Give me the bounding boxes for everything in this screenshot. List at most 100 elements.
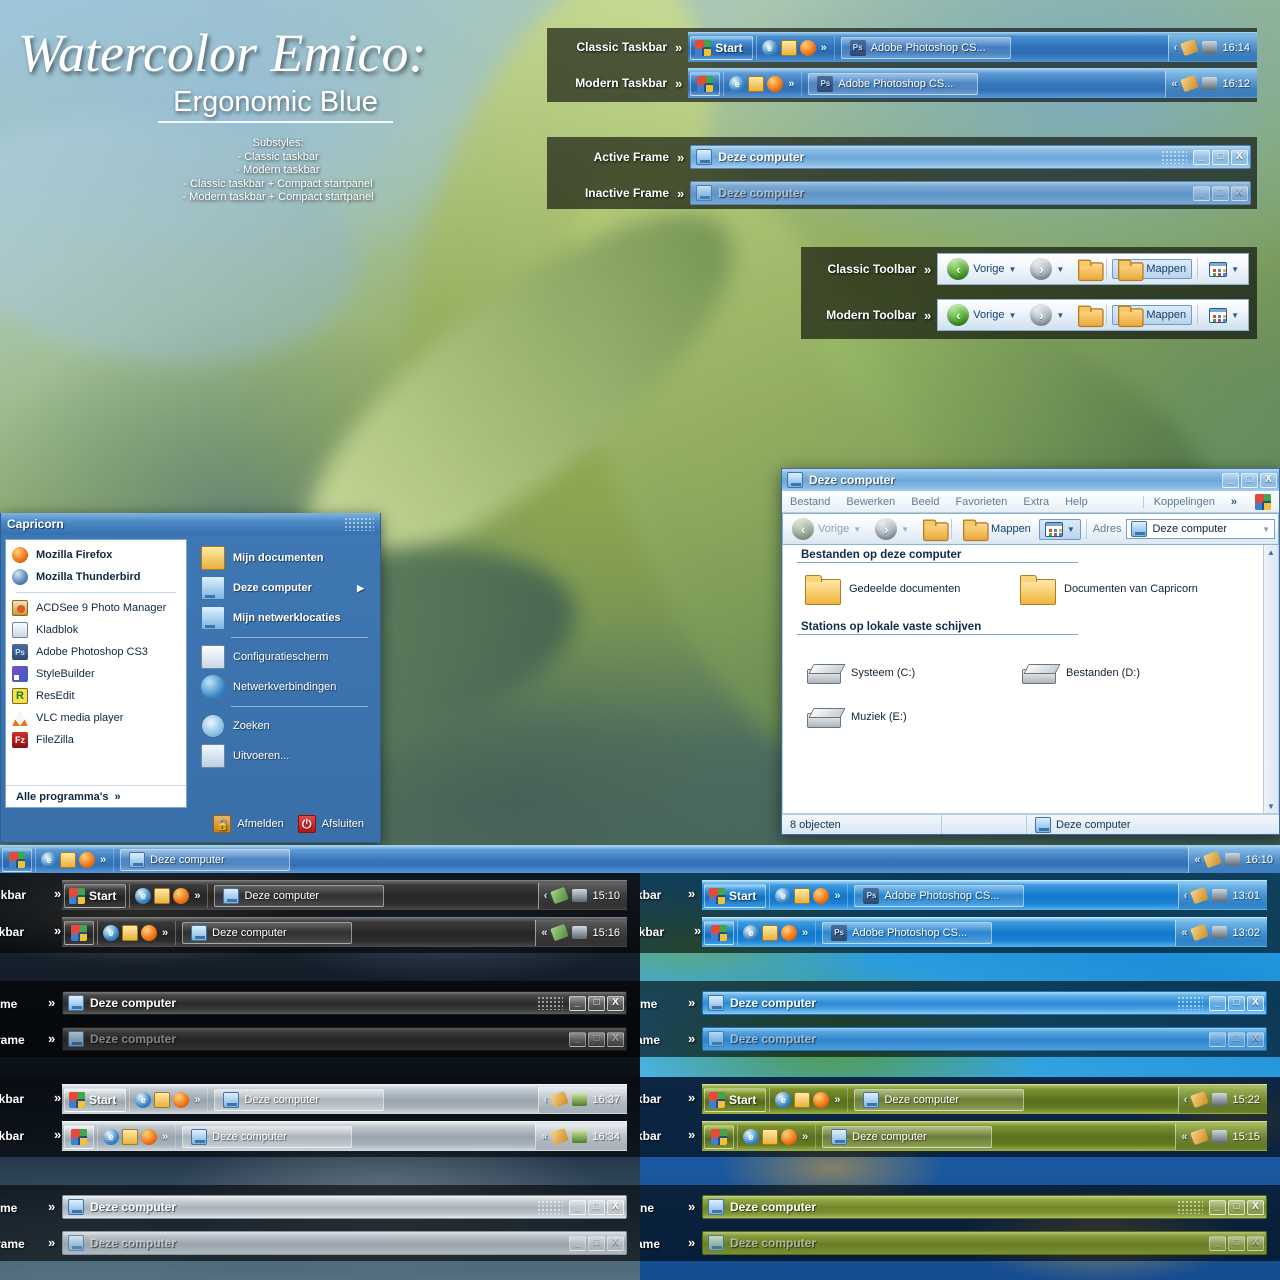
menu-item-favorieten[interactable]: Favorieten: [955, 496, 1007, 508]
clock[interactable]: 15:16: [592, 927, 620, 939]
tray-network-icon[interactable]: [1202, 77, 1218, 90]
variant-dark-classic-taskbar[interactable]: Start e » Deze computer ‹ 15:10: [62, 880, 627, 910]
tray-network-icon[interactable]: [1212, 1093, 1228, 1106]
task-button[interactable]: Deze computer: [182, 921, 353, 944]
variant-green-active-frame[interactable]: Deze computer _ □ X: [702, 1195, 1267, 1219]
explorer-titlebar[interactable]: Deze computer _ □ X: [782, 469, 1279, 491]
quick-launch-bar[interactable]: e »: [737, 920, 817, 945]
variant-silver-inactive-frame[interactable]: Deze computer _ □ X: [62, 1231, 627, 1255]
quick-launch-bar[interactable]: e »: [129, 883, 209, 908]
start-button[interactable]: Start: [64, 1087, 127, 1112]
ie-icon[interactable]: e: [775, 887, 792, 904]
minimize-button[interactable]: _: [569, 1235, 586, 1251]
firefox-icon[interactable]: [781, 1128, 797, 1145]
quick-launch-bar[interactable]: e »: [769, 883, 849, 908]
minimize-button[interactable]: _: [1209, 1199, 1226, 1215]
start-menu-item-firefox[interactable]: Mozilla Firefox: [6, 544, 186, 566]
start-button[interactable]: [704, 1124, 734, 1149]
start-button[interactable]: [704, 920, 734, 945]
links-label[interactable]: Koppelingen: [1142, 495, 1215, 508]
forward-button[interactable]: › ▼: [1024, 301, 1070, 329]
menu-item-bestand[interactable]: Bestand: [790, 496, 830, 508]
close-button[interactable]: X: [1247, 1199, 1264, 1215]
maximize-button[interactable]: □: [588, 1199, 605, 1215]
variant-green-inactive-frame[interactable]: Deze computer _ □ X: [702, 1231, 1267, 1255]
minimize-button[interactable]: _: [569, 1031, 586, 1047]
window-buttons[interactable]: _ □ X: [1222, 472, 1277, 488]
variant-green-classic-taskbar[interactable]: Start e » Deze computer ‹ 15:22: [702, 1084, 1267, 1114]
chevron-down-icon[interactable]: ▼: [1067, 525, 1075, 534]
variant-brightblue-inactive-frame[interactable]: Deze computer _ □ X: [702, 1027, 1267, 1051]
firefox-icon[interactable]: [813, 1091, 830, 1108]
list-item[interactable]: Bestanden (D:): [1020, 651, 1235, 695]
task-button[interactable]: Deze computer: [120, 848, 291, 871]
start-menu-item-filezilla[interactable]: Fz FileZilla: [6, 729, 186, 751]
maximize-button[interactable]: □: [588, 1031, 605, 1047]
menu-item-beeld[interactable]: Beeld: [911, 496, 939, 508]
tray-expand-icon[interactable]: ‹: [1184, 890, 1188, 902]
folders-button[interactable]: Mappen: [1112, 305, 1193, 328]
clock[interactable]: 13:01: [1232, 890, 1260, 902]
close-button[interactable]: X: [1247, 995, 1264, 1011]
system-tray[interactable]: « 15:15: [1175, 1123, 1267, 1150]
system-tray[interactable]: ‹ 15:10: [537, 882, 627, 909]
ie-icon[interactable]: e: [743, 1128, 759, 1145]
all-programs-button[interactable]: Alle programma's »: [6, 785, 186, 803]
tray-expand-icon[interactable]: ‹: [544, 1094, 548, 1106]
quick-launch-chevron-icon[interactable]: »: [162, 1131, 168, 1143]
variant-brightblue-active-frame[interactable]: Deze computer _ □ X: [702, 991, 1267, 1015]
task-button[interactable]: Ps Adobe Photoshop CS...: [854, 884, 1025, 907]
start-button[interactable]: [64, 920, 94, 945]
window-buttons[interactable]: _ □ X: [1209, 1199, 1264, 1215]
minimize-button[interactable]: _: [1209, 995, 1226, 1011]
start-button[interactable]: Start: [704, 883, 767, 908]
list-item[interactable]: Muziek (E:): [805, 695, 1020, 739]
system-tray[interactable]: « 16:34: [535, 1123, 627, 1150]
quick-launch-chevron-icon[interactable]: »: [802, 1131, 808, 1143]
scroll-up-button[interactable]: ▲: [1264, 545, 1278, 559]
start-menu-item-thunderbird[interactable]: Mozilla Thunderbird: [6, 566, 186, 588]
quick-launch-chevron-icon[interactable]: »: [194, 1094, 200, 1106]
firefox-icon[interactable]: [173, 887, 190, 904]
close-button[interactable]: X: [1231, 149, 1248, 165]
folders-button[interactable]: Mappen: [957, 519, 1037, 542]
firefox-icon[interactable]: [767, 75, 784, 92]
chevron-down-icon[interactable]: ▼: [1008, 311, 1016, 320]
task-button[interactable]: Ps Adobe Photoshop CS...: [822, 921, 993, 944]
start-menu-item-search[interactable]: Zoeken: [197, 711, 372, 741]
quick-launch-chevron-icon[interactable]: »: [194, 890, 200, 902]
quick-launch-chevron-icon[interactable]: »: [100, 854, 106, 866]
maximize-button[interactable]: □: [1228, 1235, 1245, 1251]
log-off-button[interactable]: 🔒 Afmelden: [213, 815, 284, 833]
clock[interactable]: 16:34: [592, 1131, 620, 1143]
variant-brightblue-modern-taskbar[interactable]: e » Ps Adobe Photoshop CS... « 13:02: [702, 917, 1267, 947]
quick-launch-chevron-icon[interactable]: »: [788, 78, 794, 90]
window-buttons[interactable]: _ □ X: [1209, 1031, 1264, 1047]
quick-launch-bar[interactable]: e »: [35, 847, 115, 872]
system-tray[interactable]: ‹ 16:14: [1167, 34, 1257, 61]
system-tray[interactable]: ‹ 13:01: [1177, 882, 1267, 909]
ie-icon[interactable]: e: [135, 1091, 152, 1108]
system-tray[interactable]: « 13:02: [1175, 919, 1267, 946]
variant-dark-active-frame[interactable]: Deze computer _ □ X: [62, 991, 627, 1015]
ie-icon[interactable]: e: [729, 75, 746, 92]
start-menu-item-control-panel[interactable]: Configuratiescherm: [197, 642, 372, 672]
start-menu-item-vlc[interactable]: VLC media player: [6, 707, 186, 729]
show-desktop-icon[interactable]: [748, 75, 765, 92]
show-desktop-icon[interactable]: [780, 39, 797, 56]
start-menu-item-photoshop[interactable]: Ps Adobe Photoshop CS3: [6, 641, 186, 663]
chevron-down-icon[interactable]: ▼: [1231, 311, 1239, 320]
address-bar[interactable]: Adres Deze computer ▼: [1085, 519, 1275, 539]
tray-expand-icon[interactable]: «: [541, 1131, 547, 1143]
tray-user-icon[interactable]: [550, 923, 570, 942]
task-button[interactable]: Deze computer: [822, 1125, 993, 1148]
tray-expand-icon[interactable]: ‹: [1174, 42, 1178, 54]
menu-item-help[interactable]: Help: [1065, 496, 1088, 508]
system-tray[interactable]: ‹ 15:22: [1177, 1086, 1267, 1113]
start-menu-item-acdsee[interactable]: ACDSee 9 Photo Manager: [6, 597, 186, 619]
tray-expand-icon[interactable]: ‹: [544, 890, 548, 902]
variant-silver-active-frame[interactable]: Deze computer _ □ X: [62, 1195, 627, 1219]
maximize-button[interactable]: □: [588, 1235, 605, 1251]
window-buttons[interactable]: _ □ X: [569, 1031, 624, 1047]
list-item[interactable]: Documenten van Capricorn: [1020, 569, 1235, 609]
